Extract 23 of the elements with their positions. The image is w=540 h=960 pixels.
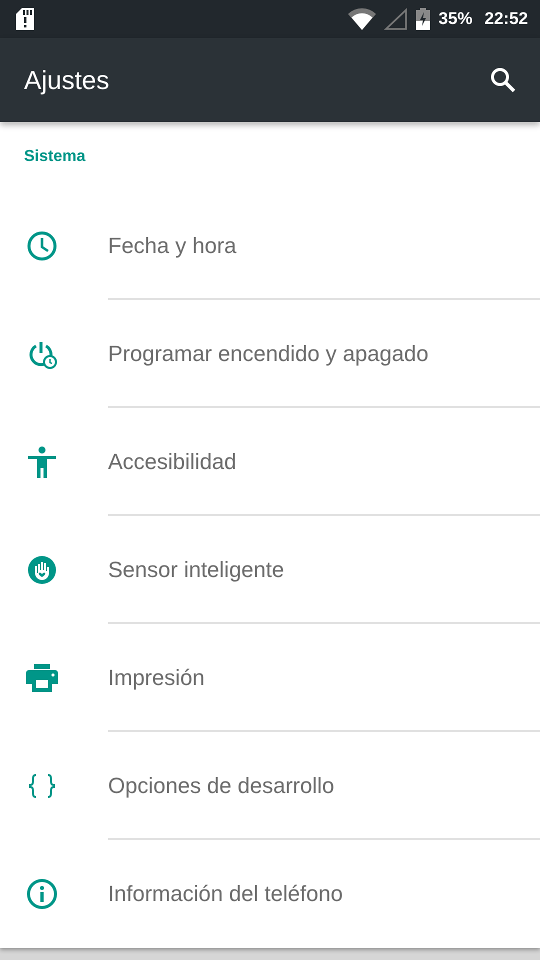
screen-title: Ajustes: [24, 64, 110, 96]
sd-card-alert-icon: [16, 8, 34, 30]
hand-icon: [28, 556, 56, 584]
settings-item[interactable]: Accesibilidad: [108, 449, 236, 475]
settings-item[interactable]: Opciones de desarrollo: [108, 773, 334, 799]
clock-time: 22:52: [484, 9, 528, 29]
accessibility-icon: [27, 446, 57, 478]
battery-percent: 35%: [438, 9, 473, 29]
settings-item[interactable]: Fecha y hora: [108, 233, 236, 259]
signal-icon: [384, 8, 408, 30]
battery-charging-icon: [416, 8, 430, 30]
settings-item[interactable]: Programar encendido y apagado: [108, 341, 428, 367]
clock-icon: [26, 230, 58, 262]
power-clock-icon: [27, 339, 57, 369]
wifi-icon: [348, 8, 376, 30]
section-header: Sistema: [24, 148, 86, 166]
braces-icon: [28, 774, 56, 798]
info-icon: [26, 878, 58, 910]
search-button[interactable]: [488, 65, 518, 95]
settings-item[interactable]: Información del teléfono: [108, 881, 343, 907]
printer-icon: [26, 664, 58, 692]
settings-item[interactable]: Impresión: [108, 665, 205, 691]
settings-item[interactable]: Sensor inteligente: [108, 557, 284, 583]
